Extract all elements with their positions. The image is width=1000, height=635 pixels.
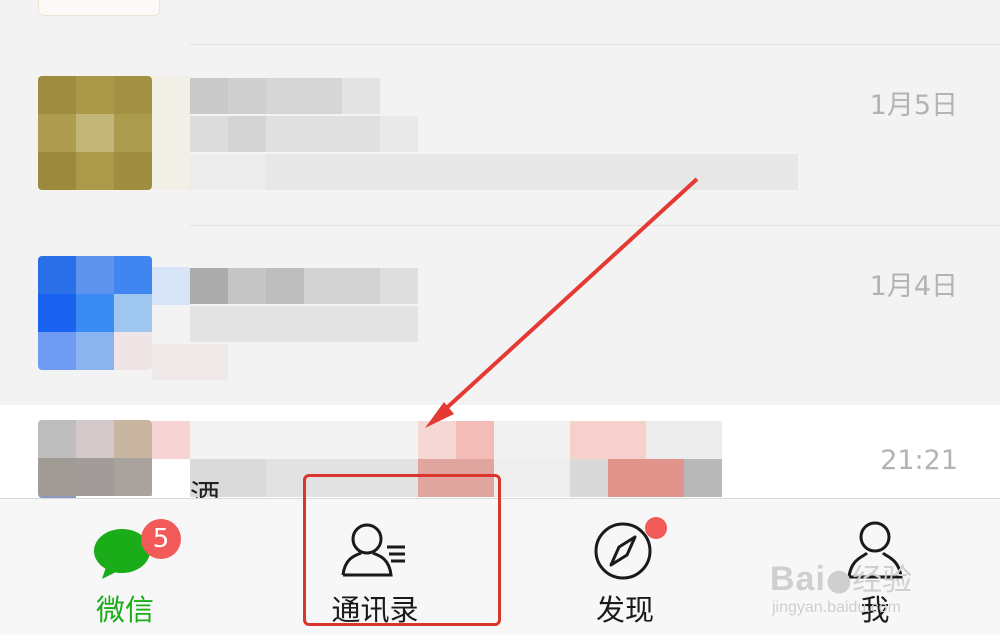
watermark-suffix: 经验 — [852, 563, 913, 598]
watermark-brand: Bai — [770, 560, 826, 598]
watermark-url: jingyan.baidu.com — [772, 599, 901, 616]
chat-row-partial-top[interactable] — [0, 0, 1000, 44]
paw-icon: ● — [825, 563, 853, 598]
tab-chats[interactable]: 5 微信 — [0, 499, 250, 635]
avatar — [38, 256, 152, 370]
chat-row[interactable]: 1月5日 — [0, 45, 1000, 225]
unread-badge: 5 — [141, 519, 181, 559]
tab-discover[interactable]: 发现 — [500, 499, 750, 635]
notification-dot — [645, 517, 667, 539]
annotation-highlight-box — [303, 474, 501, 626]
chat-time: 1月4日 — [869, 271, 958, 302]
avatar — [38, 76, 152, 190]
chat-row[interactable]: 1月4日 — [0, 226, 1000, 406]
pixelated-name — [152, 267, 190, 305]
tab-label: 发现 — [595, 593, 654, 627]
watermark: Bai●经验 jingyan.baidu.com — [770, 555, 970, 625]
pixelated-name — [152, 76, 190, 190]
avatar — [38, 420, 152, 498]
tab-label: 微信 — [95, 593, 154, 627]
chat-time: 1月5日 — [869, 90, 958, 121]
chat-time: 21:21 — [880, 445, 958, 476]
avatar — [38, 0, 160, 16]
